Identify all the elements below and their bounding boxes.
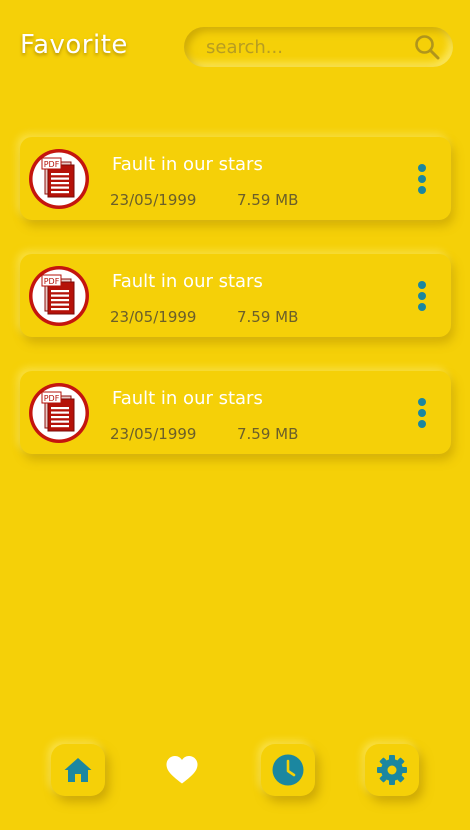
file-size: 7.59 MB [237,191,299,209]
clock-icon [272,754,304,786]
file-name: Fault in our stars [112,271,263,292]
pdf-badge-text: PDF [44,394,60,403]
list-item[interactable]: PDF Fault in our stars 23/05/1999 7.59 M… [20,137,451,220]
pdf-icon: PDF [29,266,89,326]
list-item[interactable]: PDF Fault in our stars 23/05/1999 7.59 M… [20,371,451,454]
more-options-icon[interactable] [410,161,434,197]
heart-icon [166,756,198,784]
nav-favorite-button[interactable] [155,744,209,796]
file-name: Fault in our stars [112,388,263,409]
file-name: Fault in our stars [112,154,263,175]
file-size: 7.59 MB [237,425,299,443]
nav-recent-button[interactable] [261,744,315,796]
gear-icon [377,755,407,785]
nav-home-button[interactable] [51,744,105,796]
list-item[interactable]: PDF Fault in our stars 23/05/1999 7.59 M… [20,254,451,337]
more-options-icon[interactable] [410,395,434,431]
file-size: 7.59 MB [237,308,299,326]
file-date: 23/05/1999 [110,191,197,209]
more-options-icon[interactable] [410,278,434,314]
nav-settings-button[interactable] [365,744,419,796]
file-date: 23/05/1999 [110,308,197,326]
pdf-badge-text: PDF [44,160,60,169]
pdf-icon: PDF [29,383,89,443]
search-input[interactable] [206,35,406,59]
search-bar[interactable] [184,27,453,67]
file-date: 23/05/1999 [110,425,197,443]
pdf-badge-text: PDF [44,277,60,286]
search-icon[interactable] [414,34,440,60]
page-title: Favorite [20,30,128,60]
home-icon [64,758,92,782]
pdf-icon: PDF [29,149,89,209]
